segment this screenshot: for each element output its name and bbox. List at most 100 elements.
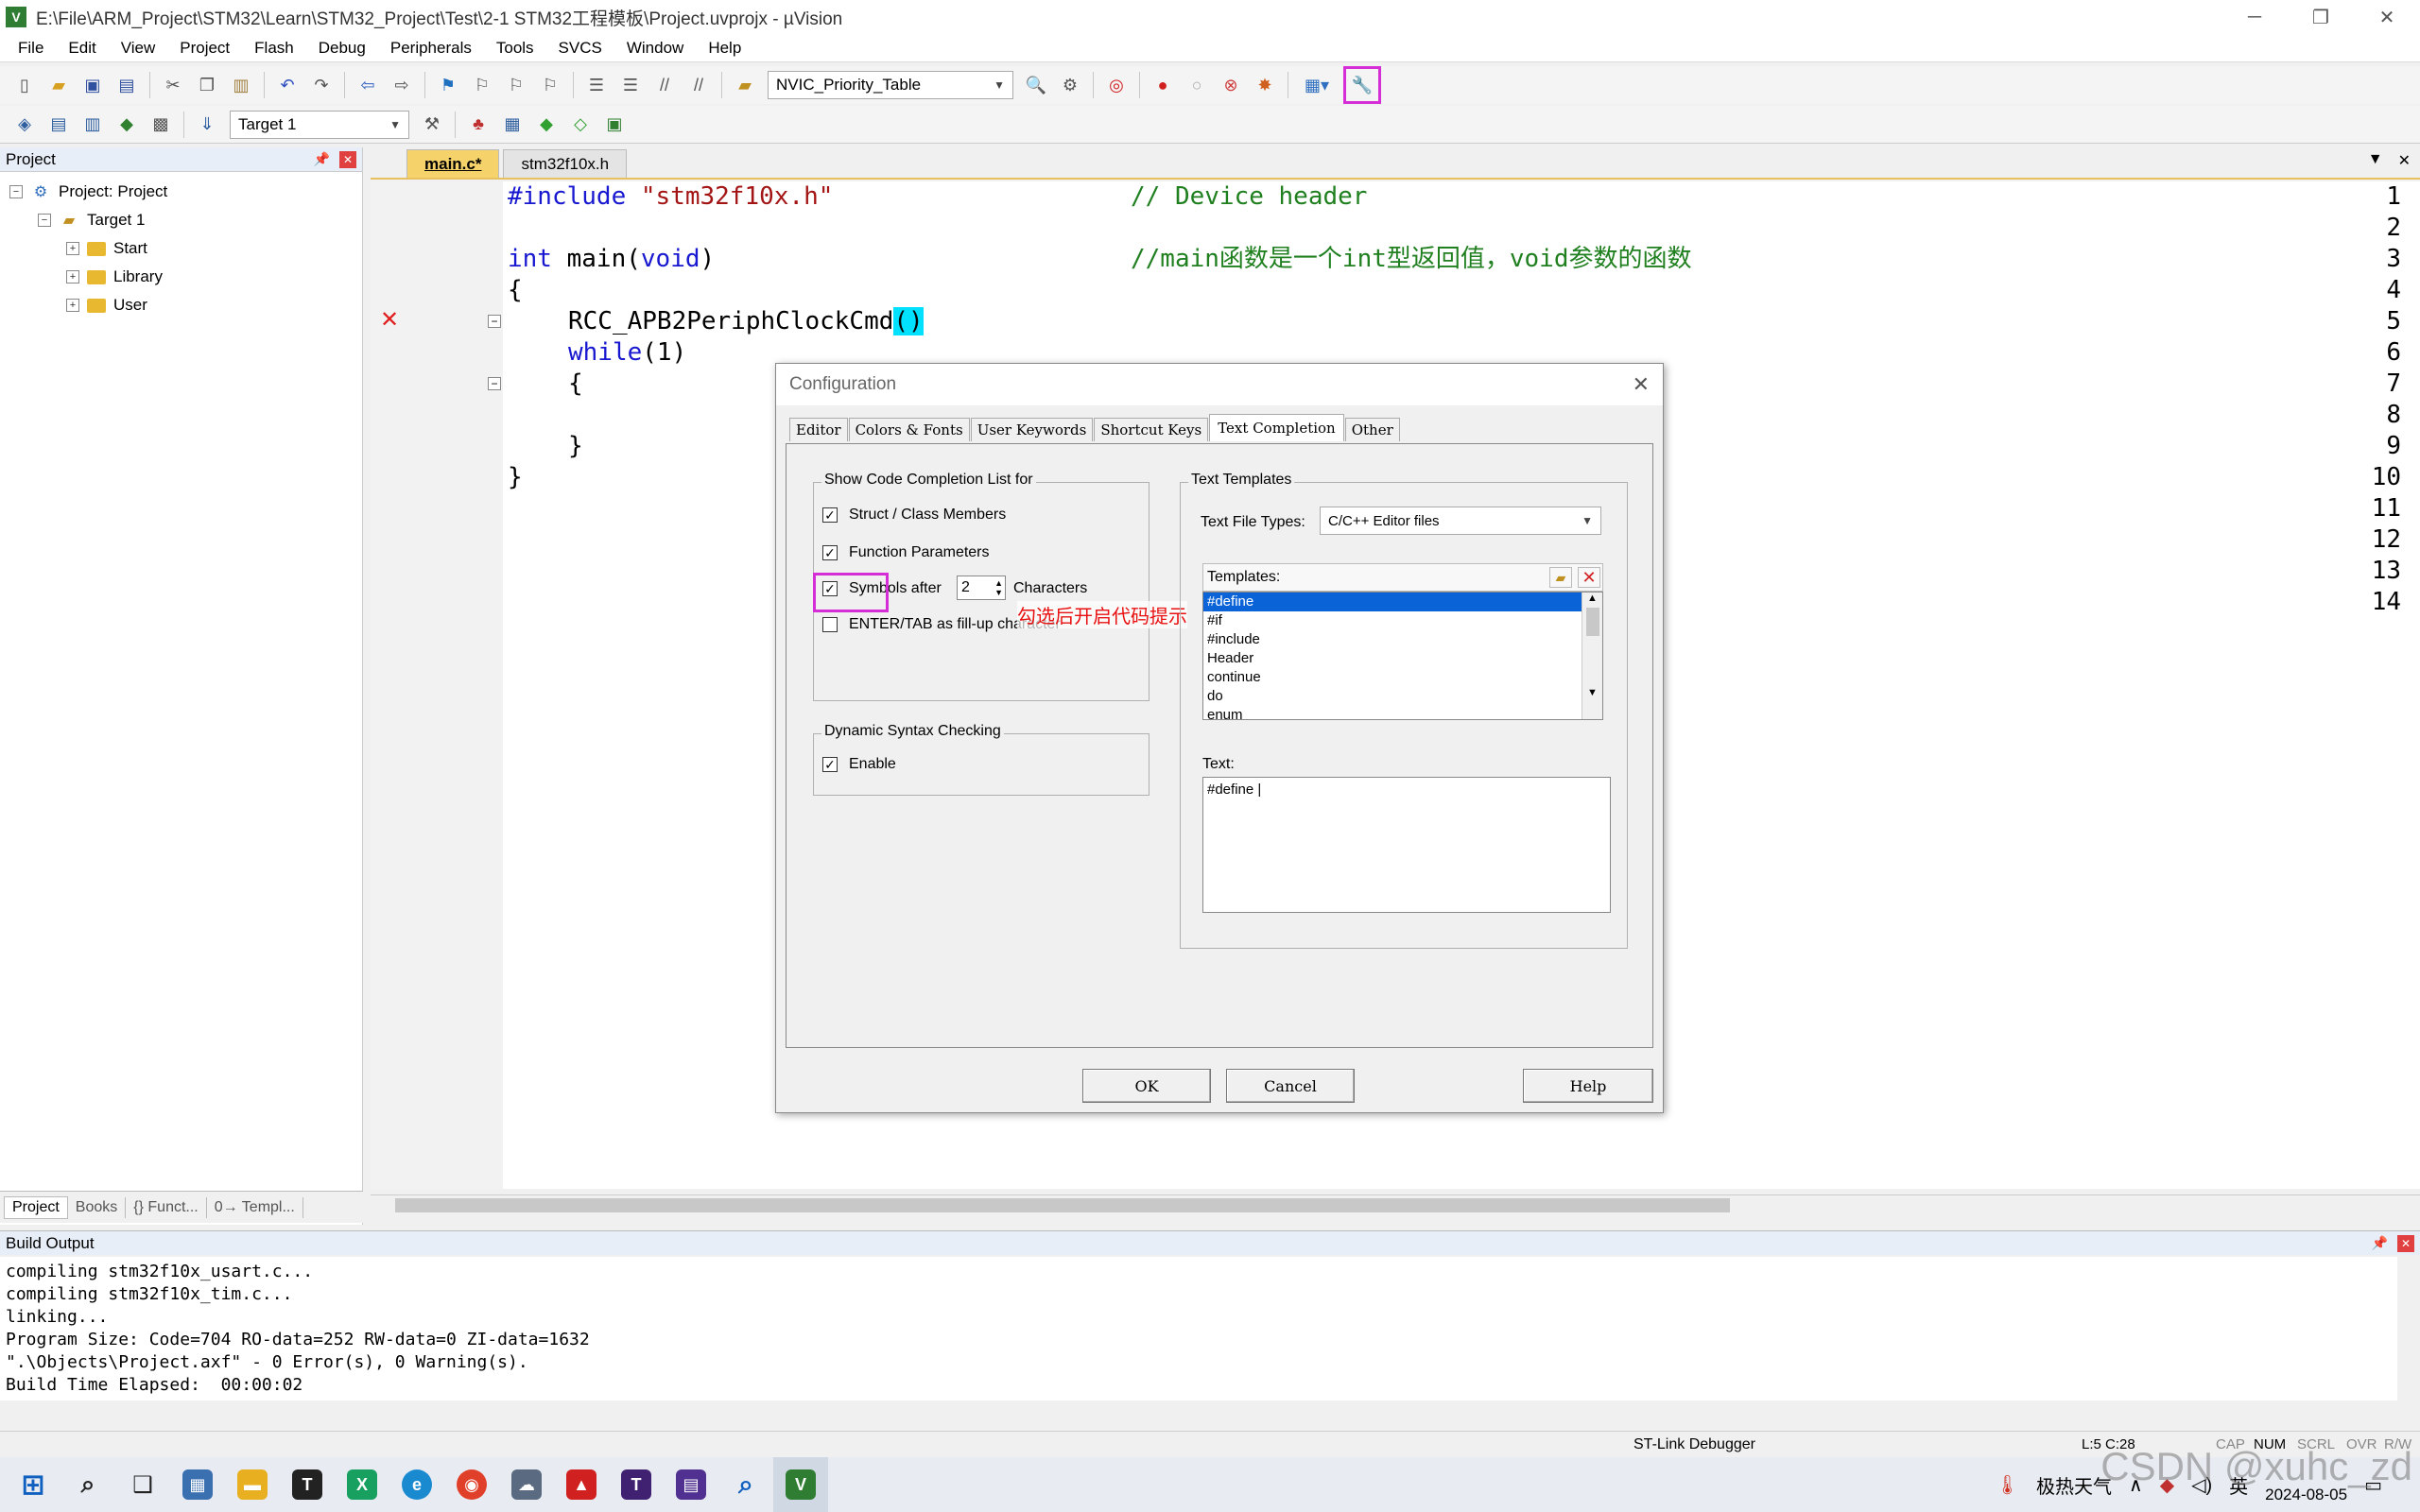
list-item[interactable]: #define	[1203, 593, 1582, 611]
expand-icon[interactable]: +	[66, 299, 79, 312]
tab-text-completion[interactable]: Text Completion	[1209, 414, 1344, 441]
collapse-icon[interactable]: −	[38, 214, 51, 227]
select-software-packs-icon[interactable]: ◇	[567, 112, 594, 138]
menu-help[interactable]: Help	[696, 39, 753, 58]
expand-icon[interactable]: +	[66, 270, 79, 284]
close-panel-icon[interactable]: ✕	[2397, 1234, 2414, 1252]
taskbar-calculator[interactable]: ▦	[170, 1457, 225, 1512]
cut-icon[interactable]: ✂	[160, 72, 186, 98]
tab-stm32f10x-h[interactable]: stm32f10x.h	[503, 149, 628, 178]
scrollbar-thumb[interactable]	[1585, 608, 1599, 636]
close-icon[interactable]: ✕	[1633, 372, 1650, 397]
tab-functions[interactable]: {} Funct...	[126, 1196, 207, 1218]
template-text-area[interactable]: #define |	[1202, 777, 1611, 913]
pack-icon[interactable]: ▣	[601, 112, 628, 138]
tab-editor[interactable]: Editor	[789, 418, 848, 441]
redo-icon[interactable]: ↷	[308, 72, 335, 98]
uncomment-icon[interactable]: //	[685, 72, 712, 98]
taskbar-explorer[interactable]: ▬	[225, 1457, 280, 1512]
tree-node-user[interactable]: + User	[9, 291, 362, 319]
tree-node-library[interactable]: + Library	[9, 263, 362, 291]
disable-all-breakpoints-icon[interactable]: ⊗	[1218, 72, 1244, 98]
minimize-button[interactable]: ─	[2221, 0, 2288, 34]
list-item[interactable]: enum	[1203, 706, 1602, 725]
function-parameters-checkbox[interactable]: ✓ Function Parameters	[822, 544, 990, 561]
task-view-button[interactable]: ❑	[115, 1457, 170, 1512]
find-icon[interactable]: 🔍	[1023, 72, 1049, 98]
target-combo[interactable]: Target 1 ▼	[230, 110, 409, 139]
menu-window[interactable]: Window	[614, 39, 696, 58]
kill-all-breakpoints-icon[interactable]: ✸	[1252, 72, 1278, 98]
indent-icon[interactable]: ☰	[583, 72, 610, 98]
breakpoint-icon[interactable]: ●	[1150, 72, 1176, 98]
tree-node-project[interactable]: − ⚙ Project: Project	[9, 178, 362, 206]
copy-icon[interactable]: ❐	[194, 72, 220, 98]
tree-node-target[interactable]: − ▰ Target 1	[9, 206, 362, 234]
unindent-icon[interactable]: ☰	[617, 72, 644, 98]
delete-template-icon[interactable]: ✕	[1578, 567, 1600, 588]
taskbar-app-grid[interactable]: ▤	[664, 1457, 718, 1512]
taskbar-uvision[interactable]: V	[773, 1457, 828, 1512]
list-item[interactable]: continue	[1203, 668, 1602, 687]
scroll-down-icon[interactable]: ▼	[1582, 687, 1602, 698]
prev-bookmark-icon[interactable]: ⚐	[469, 72, 495, 98]
editor-horizontal-scrollbar[interactable]	[371, 1194, 2420, 1215]
bookmark-icon[interactable]: ⚑	[435, 72, 461, 98]
pin-icon[interactable]: 📌	[314, 151, 330, 167]
stop-build-icon[interactable]: ▩	[147, 112, 174, 138]
list-item[interactable]: do	[1203, 687, 1602, 706]
paste-icon[interactable]: ▥	[228, 72, 254, 98]
next-bookmark-icon[interactable]: ⚐	[503, 72, 529, 98]
fold-icon[interactable]: −	[488, 315, 501, 328]
scroll-up-icon[interactable]: ▲	[1582, 593, 1602, 604]
start-button[interactable]: ⊞	[6, 1457, 60, 1512]
cancel-button[interactable]: Cancel	[1226, 1069, 1355, 1103]
tab-main-c[interactable]: main.c*	[406, 149, 500, 178]
navigate-back-icon[interactable]: ⇦	[354, 72, 381, 98]
search-button[interactable]: ⌕	[60, 1457, 115, 1512]
menu-view[interactable]: View	[109, 39, 168, 58]
tab-list-icon[interactable]: ▼	[2368, 151, 2383, 170]
menu-peripherals[interactable]: Peripherals	[378, 39, 484, 58]
scrollbar-thumb[interactable]	[395, 1198, 1730, 1212]
close-button[interactable]: ✕	[2354, 0, 2420, 34]
syntax-enable-checkbox[interactable]: ✓ Enable	[822, 756, 896, 773]
fold-icon[interactable]: −	[488, 377, 501, 390]
run-time-environment-icon[interactable]: ◆	[533, 112, 560, 138]
list-item[interactable]: #include	[1203, 630, 1602, 649]
pack-installer-icon[interactable]: ▦	[499, 112, 526, 138]
taskbar-edge[interactable]: e	[389, 1457, 444, 1512]
menu-edit[interactable]: Edit	[56, 39, 108, 58]
incremental-find-icon[interactable]: ⚙	[1057, 72, 1083, 98]
tab-project[interactable]: Project	[4, 1195, 68, 1219]
save-all-icon[interactable]: ▤	[113, 72, 140, 98]
menu-debug[interactable]: Debug	[306, 39, 378, 58]
file-types-select[interactable]: C/C++ Editor files ▼	[1320, 507, 1601, 535]
rebuild-icon[interactable]: ▥	[79, 112, 106, 138]
tab-colors-fonts[interactable]: Colors & Fonts	[848, 418, 970, 441]
taskbar-app-cloud[interactable]: ☁	[499, 1457, 554, 1512]
expand-icon[interactable]: +	[66, 242, 79, 255]
help-button[interactable]: Help	[1523, 1069, 1653, 1103]
build-output-scrollbar[interactable]	[2397, 1257, 2420, 1400]
pin-icon[interactable]: 📌	[2372, 1235, 2388, 1252]
build-icon[interactable]: ▤	[45, 112, 72, 138]
close-tab-icon[interactable]: ✕	[2398, 151, 2411, 170]
target-options-icon[interactable]: ⚒	[419, 112, 445, 138]
tab-templates[interactable]: 0→ Templ...	[207, 1196, 303, 1218]
menu-flash[interactable]: Flash	[242, 39, 306, 58]
clear-bookmarks-icon[interactable]: ⚐	[537, 72, 563, 98]
disable-breakpoint-icon[interactable]: ○	[1184, 72, 1210, 98]
tab-other[interactable]: Other	[1344, 418, 1400, 441]
batch-build-icon[interactable]: ◆	[113, 112, 140, 138]
taskbar-chrome[interactable]: ◉	[444, 1457, 499, 1512]
taskbar-tex[interactable]: T	[609, 1457, 664, 1512]
menu-project[interactable]: Project	[167, 39, 242, 58]
find-combo[interactable]: NVIC_Priority_Table ▼	[768, 71, 1013, 99]
list-item[interactable]: #if	[1203, 611, 1602, 630]
struct-members-checkbox[interactable]: ✓ Struct / Class Members	[822, 507, 1006, 524]
menu-svcs[interactable]: SVCS	[546, 39, 614, 58]
tree-node-start[interactable]: + Start	[9, 234, 362, 263]
ok-button[interactable]: OK	[1082, 1069, 1211, 1103]
window-layout-icon[interactable]: ▦▾	[1298, 72, 1336, 98]
